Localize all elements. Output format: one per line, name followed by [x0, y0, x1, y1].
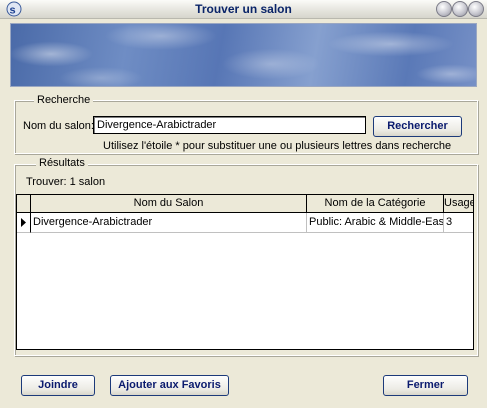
search-button[interactable]: Rechercher	[373, 116, 462, 137]
close-button[interactable]: Fermer	[383, 375, 468, 396]
close-window-button[interactable]	[468, 1, 484, 17]
join-button[interactable]: Joindre	[21, 375, 95, 396]
wildcard-hint: Utilisez l'étoile * pour substituer une …	[103, 140, 452, 152]
room-name-label: Nom du salon:	[23, 120, 94, 132]
results-count: Trouver: 1 salon	[26, 176, 106, 188]
row-selector-icon[interactable]	[17, 213, 31, 233]
table-row-users[interactable]: 3	[444, 213, 473, 233]
window-title: Trouver un salon	[195, 2, 292, 16]
table-row-category[interactable]: Public: Arabic & Middle-East	[307, 213, 444, 233]
search-button-label: Rechercher	[387, 120, 448, 132]
column-header-room-name[interactable]: Nom du Salon	[31, 195, 307, 213]
maximize-button[interactable]	[452, 1, 468, 17]
column-header-users[interactable]: Usagers	[444, 195, 473, 213]
results-table[interactable]: Nom du Salon Nom de la Catégorie Usagers…	[16, 194, 474, 350]
find-room-window: s Trouver un salon Recherche Nom du salo…	[0, 0, 487, 408]
add-to-favorites-button[interactable]: Ajouter aux Favoris	[110, 375, 229, 396]
title-bar[interactable]: s Trouver un salon	[0, 0, 487, 19]
column-header-category[interactable]: Nom de la Catégorie	[307, 195, 444, 213]
join-button-label: Joindre	[38, 379, 78, 391]
close-button-label: Fermer	[406, 379, 445, 391]
results-group-label: Résultats	[36, 157, 88, 169]
search-group-label: Recherche	[34, 94, 94, 106]
add-to-favorites-label: Ajouter aux Favoris	[118, 379, 221, 391]
room-name-input[interactable]	[93, 116, 366, 134]
minimize-button[interactable]	[436, 1, 452, 17]
table-row-room-name[interactable]: Divergence-Arabictrader	[31, 213, 307, 233]
header-banner-image	[10, 23, 477, 87]
row-indicator-header	[17, 195, 31, 213]
